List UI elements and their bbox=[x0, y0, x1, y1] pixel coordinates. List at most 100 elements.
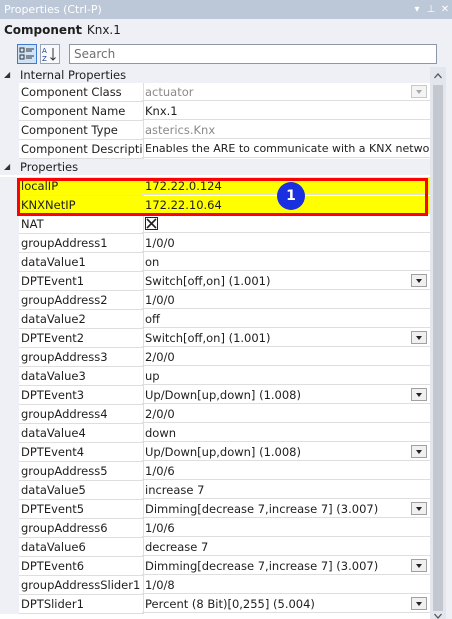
sort-alphabetical-icon: A Z bbox=[42, 47, 56, 63]
property-value[interactable]: 1/0/6 bbox=[142, 519, 430, 537]
property-select[interactable]: Dimming[decrease 7,increase 7] (3.007) bbox=[142, 500, 430, 518]
property-value[interactable]: down bbox=[142, 424, 430, 442]
dropdown-icon[interactable] bbox=[411, 274, 427, 287]
property-value[interactable]: decrease 7 bbox=[142, 538, 430, 556]
property-select[interactable]: Percent (8 Bit)[0,255] (5.004) bbox=[142, 595, 430, 613]
property-value[interactable]: 1/0/0 bbox=[142, 234, 430, 252]
property-name: Component Class bbox=[19, 83, 144, 102]
component-name: : Knx.1 bbox=[79, 23, 121, 37]
property-name: groupAddress5 bbox=[19, 462, 144, 481]
scroll-up-icon[interactable] bbox=[433, 71, 443, 81]
property-row-groupaddress3: groupAddress3 2/0/0 bbox=[0, 348, 430, 367]
property-grid: ◢ Internal Properties Component Class ac… bbox=[0, 67, 430, 619]
property-name: Component Descriptic bbox=[19, 140, 144, 159]
section-internal-properties[interactable]: ◢ Internal Properties bbox=[0, 67, 430, 83]
section-title: Internal Properties bbox=[20, 68, 127, 82]
section-properties[interactable]: ◢ Properties bbox=[0, 159, 430, 175]
search-input[interactable] bbox=[69, 44, 437, 64]
collapse-icon[interactable]: ◢ bbox=[4, 67, 10, 83]
property-row-groupaddress6: groupAddress6 1/0/6 bbox=[0, 519, 430, 538]
property-row-datavalue5: dataValue5 increase 7 bbox=[0, 481, 430, 500]
property-select[interactable]: Up/Down[up,down] (1.008) bbox=[142, 386, 430, 404]
dropdown-icon[interactable] bbox=[411, 388, 427, 401]
property-name: Component Type bbox=[19, 121, 144, 140]
property-name: dataValue2 bbox=[19, 310, 144, 329]
panel-titlebar: Properties (Ctrl-P) ▾ ⊥ ✕ bbox=[0, 0, 452, 19]
property-name: groupAddress6 bbox=[19, 519, 144, 538]
property-value[interactable]: up bbox=[142, 367, 430, 385]
categorized-button[interactable] bbox=[17, 44, 37, 64]
property-name: DPTEvent2 bbox=[19, 329, 144, 348]
property-row-dptevent1: DPTEvent1 Switch[off,on] (1.001) bbox=[0, 272, 430, 291]
property-value[interactable]: on bbox=[142, 253, 430, 271]
property-row-groupaddress4: groupAddress4 2/0/0 bbox=[0, 405, 430, 424]
property-row-dptevent2: DPTEvent2 Switch[off,on] (1.001) bbox=[0, 329, 430, 348]
property-row-groupaddress5: groupAddress5 1/0/6 bbox=[0, 462, 430, 481]
property-select[interactable]: Switch[off,on] (1.001) bbox=[142, 329, 430, 347]
dropdown-icon bbox=[411, 85, 427, 98]
property-row-component-class: Component Class actuator bbox=[0, 83, 430, 102]
property-row-dptevent4: DPTEvent4 Up/Down[up,down] (1.008) bbox=[0, 443, 430, 462]
property-row-dptevent6: DPTEvent6 Dimming[decrease 7,increase 7]… bbox=[0, 557, 430, 576]
close-icon[interactable]: ✕ bbox=[439, 0, 451, 19]
property-name: groupAddress4 bbox=[19, 405, 144, 424]
property-row-groupaddress2: groupAddress2 1/0/0 bbox=[0, 291, 430, 310]
scroll-down-icon[interactable] bbox=[433, 613, 443, 619]
dropdown-icon[interactable]: ▾ bbox=[411, 0, 423, 19]
property-name: dataValue3 bbox=[19, 367, 144, 386]
property-name: groupAddress2 bbox=[19, 291, 144, 310]
property-name: DPTSlider1 bbox=[19, 595, 144, 614]
property-select[interactable]: Switch[off,on] (1.001) bbox=[142, 272, 430, 290]
property-name: DPTEvent6 bbox=[19, 557, 144, 576]
panel-title: Properties (Ctrl-P) bbox=[4, 3, 102, 16]
property-value[interactable]: Enables the ARE to communicate with a KN… bbox=[142, 140, 430, 158]
dropdown-icon[interactable] bbox=[411, 559, 427, 572]
svg-text:A: A bbox=[42, 47, 47, 55]
property-name: DPTEvent5 bbox=[19, 500, 144, 519]
property-name: DPTEvent3 bbox=[19, 386, 144, 405]
property-value: asterics.Knx bbox=[142, 121, 430, 139]
property-name: groupAddress1 bbox=[19, 234, 144, 253]
pin-icon[interactable]: ⊥ bbox=[425, 0, 437, 19]
property-value[interactable]: increase 7 bbox=[142, 481, 430, 499]
property-name: NAT bbox=[19, 215, 144, 234]
dropdown-icon[interactable] bbox=[411, 445, 427, 458]
property-name: groupAddress3 bbox=[19, 348, 144, 367]
property-value: actuator bbox=[142, 83, 430, 101]
vertical-scrollbar[interactable] bbox=[430, 67, 446, 619]
property-value[interactable]: Knx.1 bbox=[142, 102, 430, 120]
nat-checkbox[interactable] bbox=[145, 217, 158, 230]
categorized-icon bbox=[19, 47, 34, 60]
property-row-datavalue4: dataValue4 down bbox=[0, 424, 430, 443]
property-value[interactable]: 1/0/8 bbox=[142, 576, 430, 594]
dropdown-icon[interactable] bbox=[411, 502, 427, 515]
property-value[interactable]: off bbox=[142, 310, 430, 328]
dropdown-icon[interactable] bbox=[411, 597, 427, 610]
annotation-highlight-box bbox=[17, 178, 428, 216]
scrollbar-thumb[interactable] bbox=[433, 85, 443, 611]
property-name: dataValue5 bbox=[19, 481, 144, 500]
property-row-datavalue2: dataValue2 off bbox=[0, 310, 430, 329]
dropdown-icon[interactable] bbox=[411, 331, 427, 344]
property-name: DPTEvent4 bbox=[19, 443, 144, 462]
alphabetical-button[interactable]: A Z bbox=[40, 44, 60, 64]
property-select[interactable]: Up/Down[up,down] (1.008) bbox=[142, 443, 430, 461]
property-name: dataValue1 bbox=[19, 253, 144, 272]
property-row-dptevent5: DPTEvent5 Dimming[decrease 7,increase 7]… bbox=[0, 500, 430, 519]
property-row-groupaddressslider1: groupAddressSlider1 1/0/8 bbox=[0, 576, 430, 595]
property-row-component-type: Component Type asterics.Knx bbox=[0, 121, 430, 140]
collapse-icon[interactable]: ◢ bbox=[4, 159, 10, 175]
property-value[interactable]: 2/0/0 bbox=[142, 405, 430, 423]
property-row-dptevent3: DPTEvent3 Up/Down[up,down] (1.008) bbox=[0, 386, 430, 405]
property-name: DPTEvent1 bbox=[19, 272, 144, 291]
property-row-datavalue1: dataValue1 on bbox=[0, 253, 430, 272]
component-header: Component : Knx.1 bbox=[0, 19, 452, 41]
property-name: dataValue4 bbox=[19, 424, 144, 443]
section-title: Properties bbox=[20, 160, 79, 174]
property-row-component-name: Component Name Knx.1 bbox=[0, 102, 430, 121]
property-value[interactable]: 1/0/0 bbox=[142, 291, 430, 309]
property-value[interactable]: 1/0/6 bbox=[142, 462, 430, 480]
property-row-component-description: Component Descriptic Enables the ARE to … bbox=[0, 140, 430, 159]
property-select[interactable]: Dimming[decrease 7,increase 7] (3.007) bbox=[142, 557, 430, 575]
property-value[interactable]: 2/0/0 bbox=[142, 348, 430, 366]
